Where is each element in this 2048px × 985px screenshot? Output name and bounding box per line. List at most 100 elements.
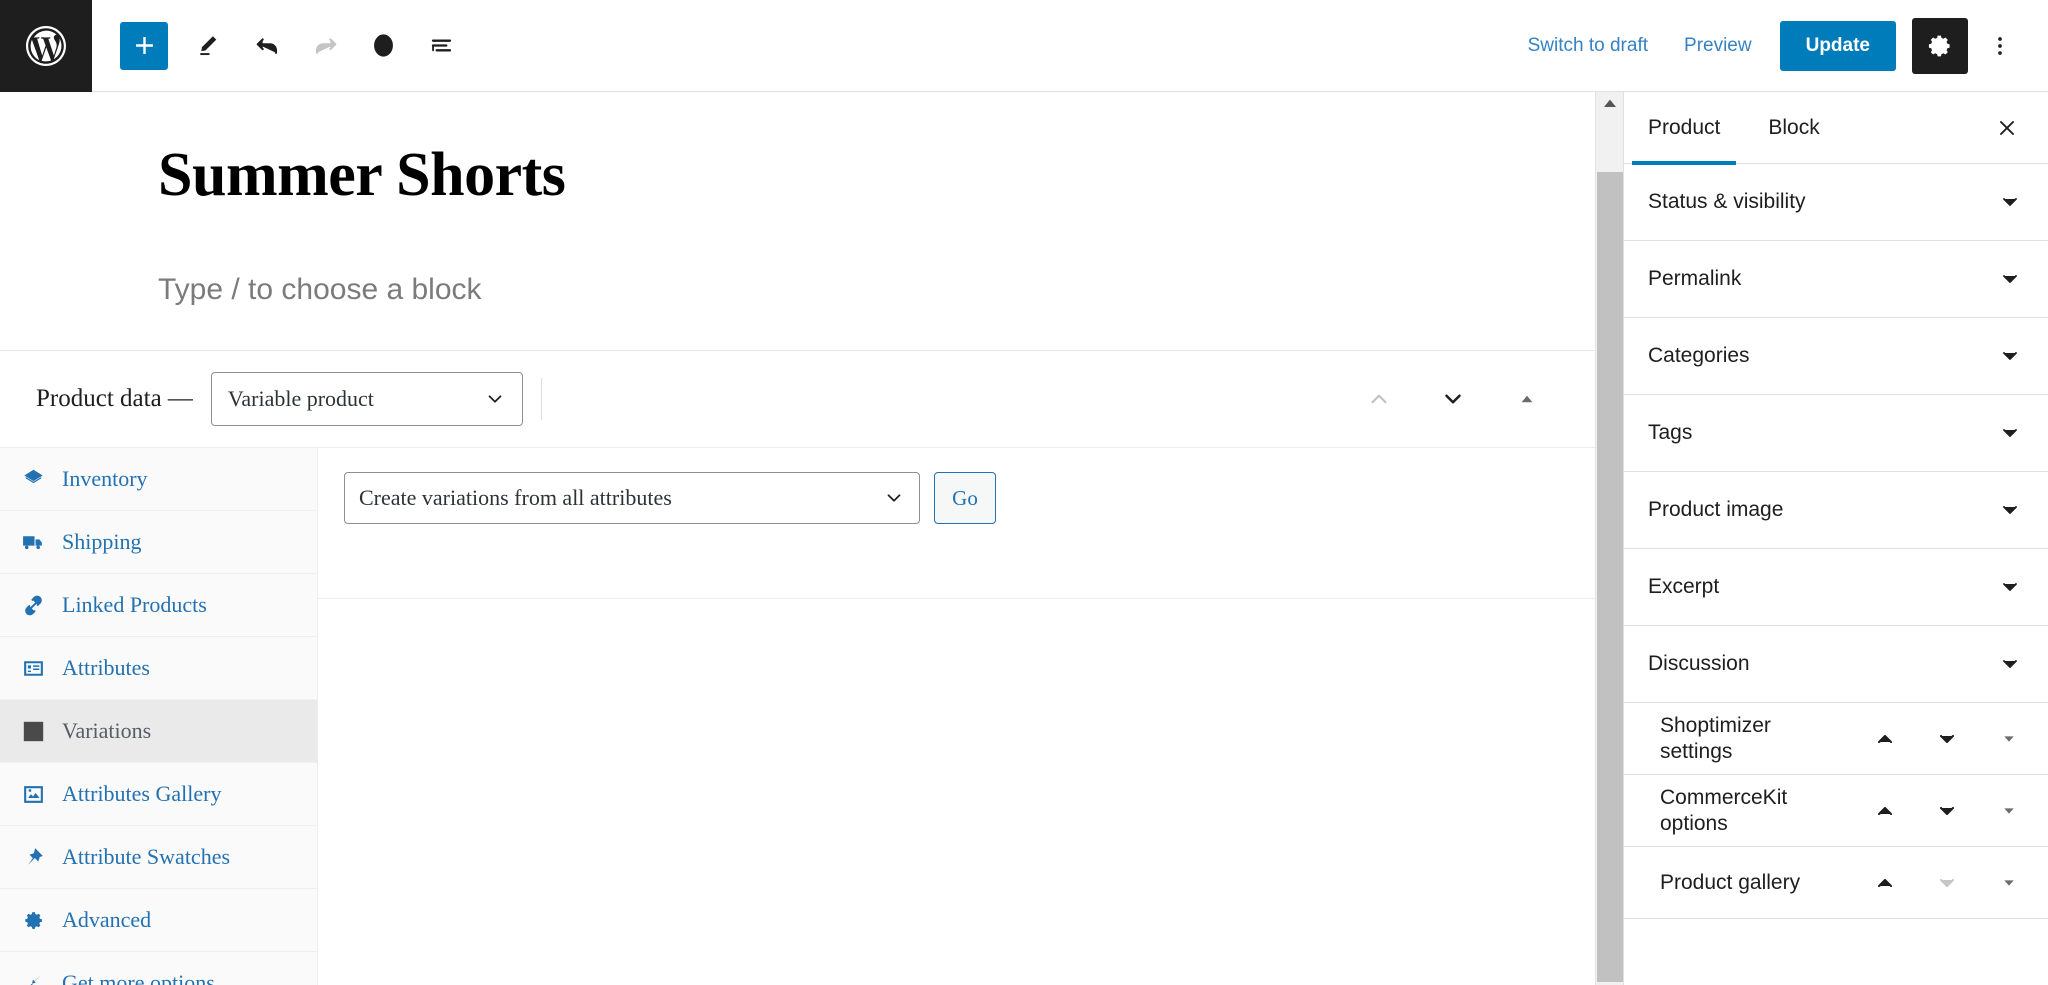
panel-discussion[interactable]: Discussion <box>1624 626 2048 703</box>
plugin-icon <box>18 971 48 985</box>
chevron-down-icon <box>1998 190 2022 214</box>
tab-block[interactable]: Block <box>1744 92 1843 164</box>
update-button[interactable]: Update <box>1779 20 1896 71</box>
tab-product[interactable]: Product <box>1624 92 1744 165</box>
variation-action-select[interactable]: Create variations from all attributes <box>344 472 920 524</box>
image-icon <box>18 782 48 807</box>
variation-action-value: Create variations from all attributes <box>359 485 672 510</box>
vertical-scrollbar[interactable] <box>1595 92 1623 985</box>
tab-variations[interactable]: Variations <box>0 700 317 763</box>
metabox-move-up-button[interactable] <box>1868 794 1902 828</box>
metabox-move-down-button[interactable] <box>1930 794 1964 828</box>
move-up-button[interactable] <box>1361 381 1397 417</box>
metabox-move-down-button[interactable] <box>1930 866 1964 900</box>
caret-down-icon <box>2004 807 2014 814</box>
tab-label: Advanced <box>62 907 152 932</box>
chevron-down-icon <box>1939 734 1955 743</box>
metabox-commercekit-options[interactable]: CommerceKit options <box>1624 775 2048 847</box>
vertical-scroll-thumb[interactable] <box>1597 172 1623 982</box>
product-type-select[interactable]: Variable product <box>210 372 523 426</box>
panel-divider <box>318 598 1595 599</box>
settings-sidebar: Product Block Status & visibility Permal… <box>1623 92 2048 985</box>
metabox-move-up-button[interactable] <box>1868 722 1902 756</box>
chevron-down-icon <box>1939 878 1955 887</box>
panel-label: Status & visibility <box>1648 190 1806 214</box>
block-placeholder[interactable]: Type / to choose a block <box>0 211 1595 307</box>
metabox-toggle-button[interactable] <box>1992 794 2026 828</box>
tab-inventory[interactable]: Inventory <box>0 448 317 511</box>
panel-label: Product image <box>1648 498 1784 522</box>
panel-label: Excerpt <box>1648 575 1720 599</box>
chevron-down-icon <box>1998 575 2022 599</box>
link-icon <box>18 593 48 618</box>
chevron-down-icon <box>1445 394 1461 404</box>
gear-icon <box>18 908 48 933</box>
metabox-toggle-button[interactable] <box>1992 866 2026 900</box>
panel-tags[interactable]: Tags <box>1624 395 2048 472</box>
panel-label: Discussion <box>1648 652 1750 676</box>
tab-label: Attributes Gallery <box>62 781 222 806</box>
panel-permalink[interactable]: Permalink <box>1624 241 2048 318</box>
metabox-label: Shoptimizer settings <box>1660 713 1771 763</box>
metabox-move-up-button[interactable] <box>1868 866 1902 900</box>
chevron-down-icon <box>1998 267 2022 291</box>
settings-gear-icon[interactable] <box>1912 17 1968 74</box>
tab-advanced[interactable]: Advanced <box>0 889 317 952</box>
chevron-down-icon <box>488 395 502 403</box>
panel-product-image[interactable]: Product image <box>1624 472 2048 549</box>
toolbar-left-group <box>92 17 470 75</box>
variations-toolbar: Create variations from all attributes Go <box>318 448 1595 524</box>
panel-categories[interactable]: Categories <box>1624 318 2048 395</box>
tab-attribute-swatches[interactable]: Attribute Swatches <box>0 826 317 889</box>
tab-label: Linked Products <box>62 592 207 617</box>
move-down-button[interactable] <box>1435 381 1471 417</box>
collapse-panel-button[interactable] <box>1509 381 1545 417</box>
undo-button[interactable] <box>238 17 296 75</box>
caret-up-icon <box>1604 99 1616 107</box>
add-block-button[interactable] <box>120 21 168 70</box>
tab-label: Attribute Swatches <box>62 844 231 869</box>
tab-get-more-options[interactable]: Get more options <box>0 952 317 985</box>
metabox-shoptimizer-settings[interactable]: Shoptimizer settings <box>1624 703 2048 775</box>
chevron-up-icon <box>1877 734 1893 743</box>
attributes-icon <box>18 656 48 681</box>
tab-attributes[interactable]: Attributes <box>0 637 317 700</box>
panel-status-visibility[interactable]: Status & visibility <box>1624 164 2048 241</box>
panel-label: Tags <box>1648 421 1693 445</box>
grid-icon <box>18 719 48 744</box>
kebab-menu-icon[interactable] <box>1974 18 2026 74</box>
list-view-button[interactable] <box>412 17 470 75</box>
metabox-move-down-button[interactable] <box>1930 722 1964 756</box>
page-title[interactable]: Summer Shorts <box>0 92 1595 211</box>
switch-to-draft-button[interactable]: Switch to draft <box>1510 25 1666 67</box>
preview-button[interactable]: Preview <box>1666 25 1770 67</box>
redo-button[interactable] <box>296 17 354 75</box>
tab-shipping[interactable]: Shipping <box>0 511 317 574</box>
truck-icon <box>18 530 48 555</box>
metabox-label: Product gallery <box>1660 870 1801 894</box>
chevron-down-icon <box>887 494 901 502</box>
tab-attributes-gallery[interactable]: Attributes Gallery <box>0 763 317 826</box>
tab-linked-products[interactable]: Linked Products <box>0 574 317 637</box>
metabox-label: CommerceKit options <box>1660 785 1788 835</box>
variations-go-button[interactable]: Go <box>934 472 996 524</box>
metabox-controls <box>1868 722 2032 756</box>
panel-label: Permalink <box>1648 267 1742 291</box>
tab-label: Variations <box>62 718 152 743</box>
editor-canvas: Summer Shorts Type / to choose a block P… <box>0 92 1595 985</box>
editor-toolbar: Switch to draft Preview Update <box>0 0 2048 92</box>
edit-tool-button[interactable] <box>180 17 238 75</box>
details-button[interactable] <box>354 17 412 75</box>
wordpress-logo-icon[interactable] <box>0 0 92 92</box>
panel-excerpt[interactable]: Excerpt <box>1624 549 2048 626</box>
inventory-icon <box>18 467 48 492</box>
close-icon <box>2000 120 2014 135</box>
panel-label: Categories <box>1648 344 1750 368</box>
close-sidebar-button[interactable] <box>1988 109 2026 147</box>
scroll-up-button[interactable] <box>1596 92 1624 114</box>
tab-label: Attributes <box>62 655 150 680</box>
caret-up-icon <box>1521 395 1533 403</box>
metabox-product-gallery[interactable]: Product gallery <box>1624 847 2048 919</box>
chevron-up-icon <box>1877 806 1893 815</box>
metabox-toggle-button[interactable] <box>1992 722 2026 756</box>
